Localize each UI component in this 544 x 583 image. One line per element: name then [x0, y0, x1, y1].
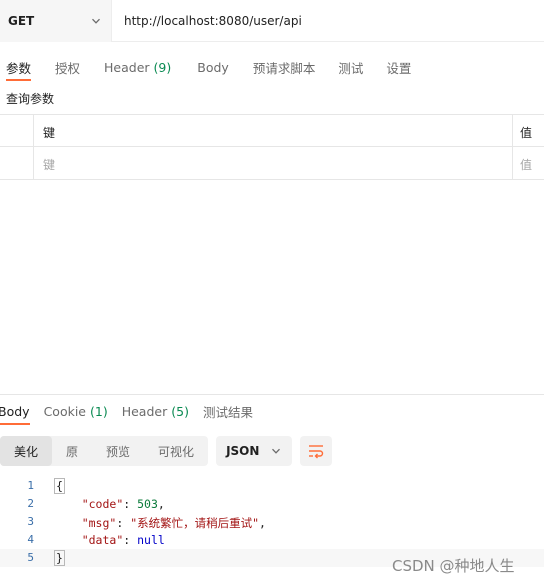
json-value: "系统繁忙，请稍后重试" [130, 516, 260, 530]
url-bar: GET http://localhost:8080/user/api [0, 0, 544, 42]
json-value: 503 [137, 497, 158, 511]
view-mode-pretty[interactable]: 美化 [0, 436, 53, 466]
close-brace: } [54, 550, 65, 566]
view-mode-preview[interactable]: 预览 [92, 436, 144, 466]
chevron-down-icon [272, 448, 281, 454]
json-key: "data" [81, 533, 124, 547]
url-input[interactable]: http://localhost:8080/user/api [112, 0, 544, 42]
params-check-column [0, 115, 34, 146]
wrap-lines-button[interactable] [300, 436, 333, 466]
tab-label: Body [197, 59, 229, 75]
response-tab-headers[interactable]: Header (5) [122, 396, 189, 426]
tab-auth[interactable]: 授权 [55, 52, 80, 82]
json-key: "msg" [81, 516, 117, 530]
tab-count: (9) [153, 59, 172, 75]
params-value-header: 值 [520, 126, 533, 140]
line-number: 5 [27, 551, 34, 564]
tab-tests[interactable]: 测试 [338, 52, 363, 82]
chevron-down-icon [92, 18, 100, 24]
request-tabs: 参数 授权 Header (9) Body 预请求脚本 测试 设置 [0, 52, 411, 82]
format-label: JSON [226, 444, 260, 458]
tab-pre-request-script[interactable]: 预请求脚本 [253, 52, 316, 82]
query-params-title: 查询参数 [6, 92, 55, 106]
param-key-input[interactable]: 键 [43, 156, 55, 173]
view-mode-visualize[interactable]: 可视化 [144, 436, 208, 466]
response-divider [0, 394, 544, 395]
line-number: 2 [27, 497, 34, 510]
tab-label: Body [0, 403, 30, 419]
json-key: "code" [81, 497, 124, 511]
tab-label: 测试 [338, 60, 364, 76]
params-row-checkbox[interactable] [0, 147, 34, 179]
tab-count: (1) [90, 403, 108, 419]
tab-headers[interactable]: Header (9) [104, 52, 171, 82]
format-select[interactable]: JSON [216, 436, 293, 466]
param-value-input[interactable]: 值 [520, 156, 532, 173]
tab-label: Header [104, 59, 150, 75]
tab-settings[interactable]: 设置 [386, 52, 411, 82]
response-tab-cookies[interactable]: Cookie (1) [44, 396, 108, 426]
view-mode-group: 美化 原 预览 可视化 [0, 436, 209, 466]
tab-count: (5) [171, 403, 189, 419]
tab-label: 设置 [386, 60, 412, 76]
code-line: 4 "data": null [0, 531, 544, 549]
method-label: GET [8, 13, 35, 28]
code-line: 3 "msg": "系统繁忙，请稍后重试", [0, 513, 544, 531]
open-brace: { [54, 478, 65, 494]
tab-label: 授权 [55, 60, 81, 76]
params-header-row: 键 值 [0, 114, 544, 147]
response-body-viewer[interactable]: 1 { 2 "code": 503, 3 "msg": "系统繁忙，请稍后重试"… [0, 477, 544, 567]
tab-label: 参数 [6, 60, 32, 76]
tab-params[interactable]: 参数 [6, 52, 32, 82]
wrap-lines-icon [309, 445, 324, 459]
params-empty-row: 键 值 [0, 147, 544, 180]
method-select[interactable]: GET [0, 0, 112, 42]
tab-label: Header [121, 403, 168, 419]
tab-body[interactable]: Body [197, 52, 229, 82]
params-table: 键 值 键 值 [0, 114, 544, 180]
tab-label: Cookie [43, 403, 86, 419]
code-line: 1 { [0, 477, 544, 495]
response-toolbar: 美化 原 预览 可视化 JSON [0, 435, 333, 467]
response-tab-test-results[interactable]: 测试结果 [203, 396, 253, 426]
watermark: CSDN @种地人生 [392, 557, 515, 575]
line-number: 1 [27, 479, 34, 492]
line-number: 4 [27, 533, 34, 546]
response-tabs: Body Cookie (1) Header (5) 测试结果 [0, 396, 253, 426]
json-value: null [137, 533, 165, 547]
code-line: 2 "code": 503, [0, 495, 544, 513]
line-number: 3 [27, 515, 34, 528]
response-tab-body[interactable]: Body [0, 396, 30, 426]
params-key-header: 键 [43, 126, 56, 140]
tab-label: 测试结果 [202, 404, 253, 420]
view-mode-raw[interactable]: 原 [52, 436, 92, 466]
tab-label: 预请求脚本 [252, 60, 316, 76]
